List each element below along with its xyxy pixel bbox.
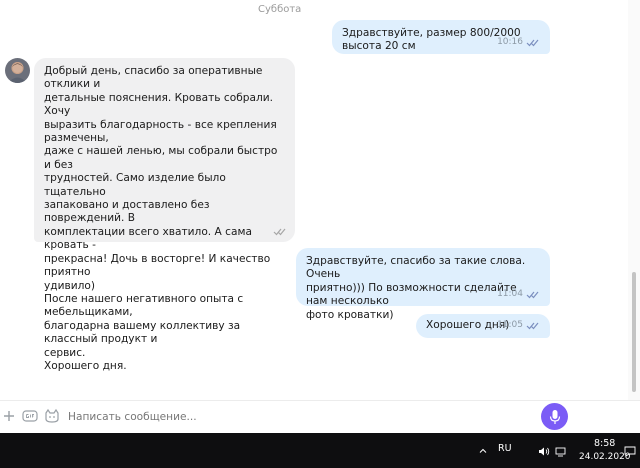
voice-message-button[interactable] (541, 403, 568, 430)
message-time: 11:04 (497, 288, 523, 299)
network-icon[interactable] (555, 442, 567, 461)
message-outgoing[interactable]: Здравствуйте, размер 800/2000 высота 20 … (332, 20, 550, 54)
message-text: Добрый день, спасибо за оперативные откл… (44, 65, 278, 372)
speaker-icon[interactable] (538, 442, 550, 461)
notification-icon[interactable] (624, 442, 636, 461)
message-meta: 11:05 (497, 319, 540, 332)
gif-icon[interactable] (21, 407, 39, 425)
taskbar-date[interactable]: 24.02.2020 (579, 452, 631, 462)
message-incoming[interactable]: Добрый день, спасибо за оперативные откл… (34, 58, 295, 372)
message-meta: 11:04 (497, 288, 540, 301)
message-time: 11:05 (497, 319, 523, 330)
message-time: 10:16 (497, 36, 523, 47)
day-separator: Суббота (258, 4, 302, 15)
sticker-icon[interactable] (43, 407, 61, 425)
scrollbar-thumb[interactable] (632, 272, 636, 392)
chat-area: Суббота Здравствуйте, размер 800/2000 вы… (0, 0, 628, 400)
read-check-icon (526, 322, 539, 330)
taskbar-time[interactable]: 8:58 (594, 438, 615, 449)
delivered-check-icon (273, 228, 286, 236)
chevron-up-icon[interactable] (478, 441, 488, 460)
read-check-icon (526, 291, 539, 299)
avatar[interactable] (5, 58, 30, 83)
message-input[interactable] (66, 406, 540, 428)
message-outgoing[interactable]: Хорошего дня) 11:05 (416, 314, 550, 338)
read-check-icon (526, 39, 539, 47)
message-meta (273, 227, 287, 236)
plus-icon[interactable] (0, 407, 18, 425)
message-meta: 10:16 (497, 36, 540, 49)
message-outgoing[interactable]: Здравствуйте, спасибо за такие слова. Оч… (296, 248, 550, 321)
microphone-icon (549, 409, 560, 424)
language-indicator[interactable]: RU (498, 443, 512, 454)
